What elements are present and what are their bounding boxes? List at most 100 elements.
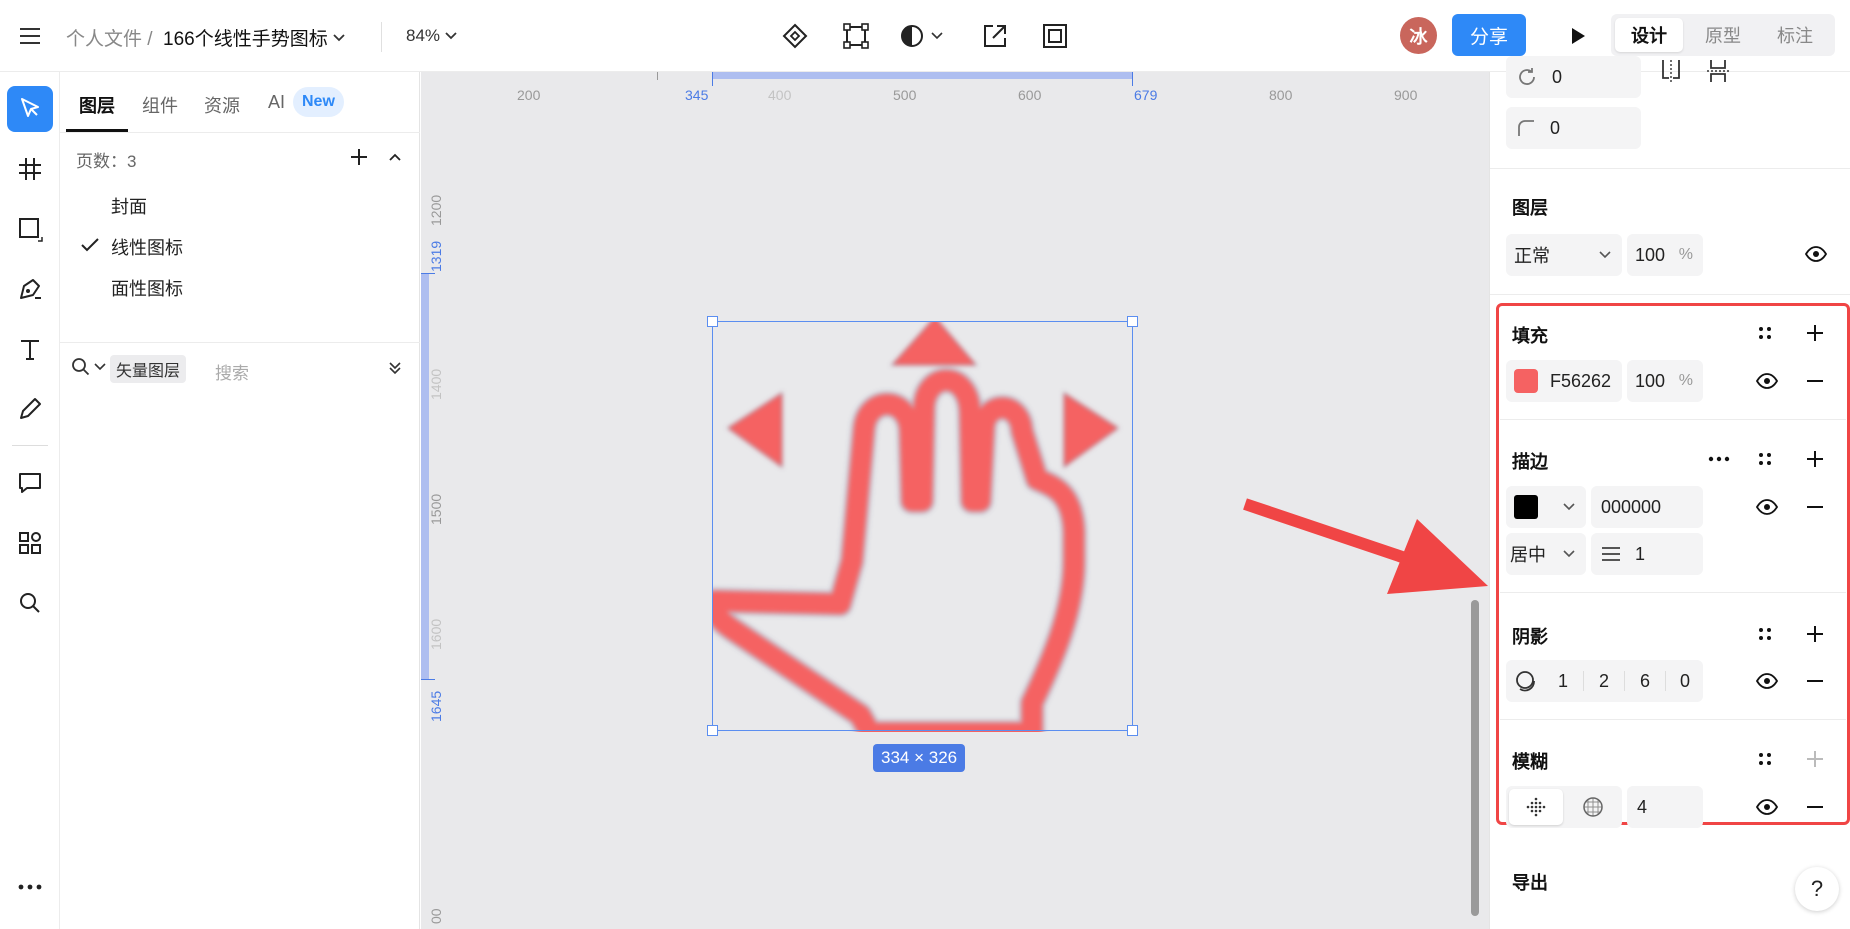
style-grid-icon[interactable] bbox=[1753, 622, 1777, 646]
chevron-down-icon bbox=[1563, 503, 1575, 511]
menu-icon[interactable] bbox=[14, 20, 46, 52]
mode-prototype-tab[interactable]: 原型 bbox=[1689, 18, 1757, 52]
stroke-align-select[interactable]: 居中 bbox=[1506, 533, 1586, 575]
tab-layers[interactable]: 图层 bbox=[79, 92, 115, 118]
ruler-selection-range bbox=[712, 72, 1132, 79]
blur-value: 4 bbox=[1637, 796, 1648, 817]
more-options-icon[interactable] bbox=[1706, 447, 1732, 471]
resize-icon[interactable] bbox=[980, 21, 1010, 51]
mode-annotate-tab[interactable]: 标注 bbox=[1761, 18, 1829, 52]
remove-fill-icon[interactable] bbox=[1803, 369, 1827, 393]
shadow-blur-value[interactable]: 6 bbox=[1640, 671, 1650, 692]
layer-search-input[interactable]: 搜索 bbox=[215, 359, 249, 384]
remove-stroke-icon[interactable] bbox=[1803, 495, 1827, 519]
fill-opacity-field[interactable]: 100 % bbox=[1627, 360, 1703, 402]
selection-box[interactable] bbox=[712, 321, 1133, 731]
plugins-tool[interactable] bbox=[7, 520, 53, 566]
move-tool[interactable] bbox=[7, 86, 53, 132]
tab-ai[interactable]: AI bbox=[268, 92, 285, 113]
background-blur-icon bbox=[1583, 797, 1603, 817]
remove-blur-icon[interactable] bbox=[1803, 795, 1827, 819]
page-item-cover[interactable]: 封面 bbox=[111, 193, 147, 219]
component-icon[interactable] bbox=[780, 21, 810, 51]
eye-icon[interactable] bbox=[1754, 794, 1780, 820]
stroke-hex-field[interactable]: 000000 bbox=[1591, 486, 1703, 528]
eye-icon[interactable] bbox=[1754, 668, 1780, 694]
style-grid-icon[interactable] bbox=[1753, 747, 1777, 771]
style-grid-icon[interactable] bbox=[1753, 321, 1777, 345]
ruler-marker bbox=[657, 72, 658, 80]
shadow-spread-value[interactable]: 0 bbox=[1680, 671, 1690, 692]
text-tool[interactable] bbox=[7, 326, 53, 372]
corner-radius-field[interactable]: 0 bbox=[1506, 107, 1641, 149]
collapse-pages-icon[interactable] bbox=[383, 145, 407, 169]
resize-handle[interactable] bbox=[1127, 725, 1138, 736]
share-button[interactable]: 分享 bbox=[1452, 14, 1526, 56]
ruler-x-tick: 900 bbox=[1394, 87, 1418, 103]
stroke-color-swatch[interactable] bbox=[1514, 495, 1538, 519]
expand-all-icon[interactable] bbox=[385, 358, 405, 378]
flip-horizontal-icon[interactable] bbox=[1658, 58, 1684, 84]
frame-tool[interactable] bbox=[7, 146, 53, 192]
style-grid-icon[interactable] bbox=[1753, 447, 1777, 471]
avatar[interactable]: 冰 bbox=[1400, 17, 1437, 54]
tab-assets[interactable]: 资源 bbox=[204, 92, 240, 118]
pen-icon bbox=[20, 279, 41, 299]
blur-value-field[interactable]: 4 bbox=[1627, 786, 1703, 828]
add-shadow-icon[interactable] bbox=[1803, 622, 1827, 646]
tab-components[interactable]: 组件 bbox=[142, 92, 178, 118]
pencil-tool[interactable] bbox=[7, 386, 53, 432]
resize-handle[interactable] bbox=[707, 316, 718, 327]
help-button[interactable]: ? bbox=[1795, 867, 1839, 911]
fill-color-swatch[interactable] bbox=[1514, 369, 1538, 393]
pen-tool[interactable] bbox=[7, 266, 53, 312]
shadow-y-value[interactable]: 2 bbox=[1599, 671, 1609, 692]
ruler-x-tick: 679 bbox=[1134, 87, 1158, 103]
export-section-title[interactable]: 导出 bbox=[1512, 869, 1548, 895]
rotation-field[interactable]: 0 bbox=[1506, 56, 1641, 98]
eye-icon[interactable] bbox=[1754, 494, 1780, 520]
page-item-solid-icons[interactable]: 面性图标 bbox=[111, 275, 183, 301]
filter-chip-vector[interactable]: 矢量图层 bbox=[110, 355, 187, 383]
mode-design-tab[interactable]: 设计 bbox=[1615, 18, 1683, 52]
shadow-x-value[interactable]: 1 bbox=[1558, 671, 1568, 692]
eye-icon[interactable] bbox=[1754, 368, 1780, 394]
remove-shadow-icon[interactable] bbox=[1803, 669, 1827, 693]
layer-opacity-field[interactable]: 100 % bbox=[1627, 234, 1703, 276]
rectangle-tool[interactable] bbox=[7, 206, 53, 252]
canvas[interactable]: 200 345 400 500 600 679 800 900 1200 131… bbox=[421, 72, 1489, 929]
stroke-width-field[interactable]: 1 bbox=[1591, 533, 1703, 575]
file-name[interactable]: 166个线性手势图标 bbox=[163, 24, 346, 51]
cursor-icon bbox=[21, 98, 39, 117]
layer-section-title: 图层 bbox=[1512, 198, 1548, 218]
chevron-down-icon[interactable] bbox=[93, 360, 107, 374]
search-tool[interactable] bbox=[7, 580, 53, 626]
resize-handle[interactable] bbox=[1127, 316, 1138, 327]
comment-tool[interactable] bbox=[7, 460, 53, 506]
flip-vertical-icon[interactable] bbox=[1705, 58, 1731, 84]
shadow-values-field[interactable]: 1 2 6 0 bbox=[1506, 660, 1703, 702]
zoom-select[interactable]: 84% bbox=[406, 26, 458, 46]
boolean-shape-icon[interactable] bbox=[841, 21, 871, 51]
add-fill-icon[interactable] bbox=[1803, 321, 1827, 345]
stroke-color-select[interactable] bbox=[1506, 486, 1586, 528]
eye-icon[interactable] bbox=[1803, 241, 1829, 267]
more-tool[interactable] bbox=[7, 864, 53, 910]
section-divider bbox=[1490, 168, 1850, 169]
add-page-icon[interactable] bbox=[347, 145, 371, 169]
play-icon[interactable] bbox=[1562, 20, 1594, 52]
add-stroke-icon[interactable] bbox=[1803, 447, 1827, 471]
canvas-scrollbar[interactable] bbox=[1471, 600, 1479, 916]
background-blur-option[interactable] bbox=[1566, 789, 1620, 825]
page-item-linear-icons[interactable]: 线性图标 bbox=[111, 234, 183, 260]
resize-handle[interactable] bbox=[707, 725, 718, 736]
tool-bar bbox=[0, 72, 60, 929]
fill-color-field[interactable]: F56262 bbox=[1506, 360, 1622, 402]
layer-blur-option[interactable] bbox=[1509, 789, 1563, 825]
search-icon[interactable] bbox=[70, 356, 92, 378]
blend-mode-select[interactable]: 正常 bbox=[1506, 234, 1622, 276]
fill-section-title: 填充 bbox=[1512, 326, 1548, 346]
frame-icon[interactable] bbox=[1040, 21, 1070, 51]
mask-icon[interactable] bbox=[897, 21, 945, 51]
breadcrumb-parent[interactable]: 个人文件 bbox=[66, 29, 142, 50]
